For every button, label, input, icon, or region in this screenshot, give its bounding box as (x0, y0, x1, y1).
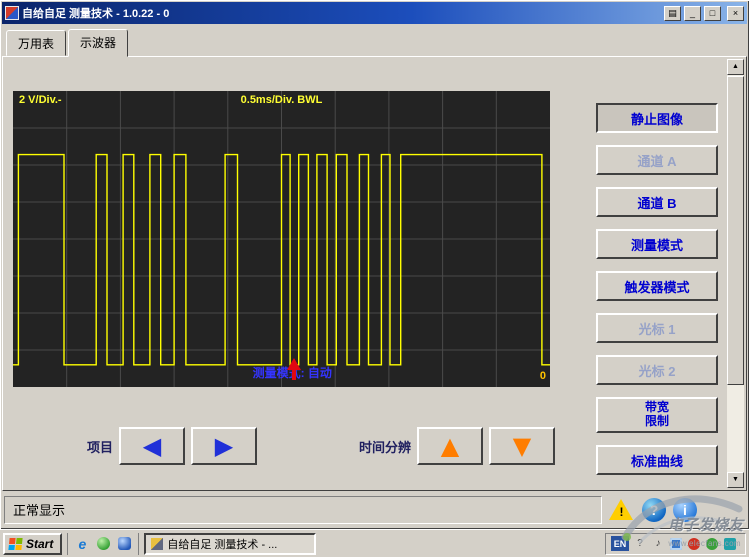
language-indicator[interactable]: EN (611, 536, 629, 551)
quick-launch: e (67, 533, 139, 555)
up-arrow-icon: ▲ (441, 434, 459, 458)
down-arrow-icon: ▼ (513, 434, 531, 458)
warning-glyph: ! (608, 505, 635, 519)
right-arrow-icon: ▶ (215, 434, 233, 458)
tray-status-icon[interactable] (705, 537, 719, 551)
oscilloscope-page: 2 V/Div.- 0.5ms/Div. BWL 测量模式: 自动 0 静止图像… (2, 56, 747, 491)
tab-oscilloscope[interactable]: 示波器 (68, 29, 128, 57)
system-tray: EN ? ♪ (605, 533, 746, 555)
volts-per-div-label: 2 V/Div.- (19, 94, 62, 106)
mail-icon[interactable] (115, 535, 133, 553)
start-button[interactable]: Start (3, 533, 62, 555)
scroll-up-icon[interactable]: ▲ (727, 59, 744, 75)
scrollbar-thumb[interactable] (727, 76, 744, 385)
item-previous-button[interactable]: ◀ (119, 427, 185, 465)
time-resolution-up-button[interactable]: ▲ (417, 427, 483, 465)
status-icons: ! ? i (608, 498, 697, 522)
bottom-controls: 项目 ◀ ▶ 时间分辨 ▲ ▼ (3, 425, 583, 467)
info-button[interactable]: i (673, 498, 697, 522)
app-icon (5, 6, 19, 20)
item-label: 项目 (87, 437, 113, 456)
windows-logo-icon (8, 538, 22, 550)
tab-multimeter[interactable]: 万用表 (6, 30, 66, 56)
internet-explorer-icon[interactable]: e (73, 535, 91, 553)
tray-network-icon[interactable] (723, 537, 737, 551)
ie-glyph: e (78, 536, 86, 552)
zero-level-label: 0 (540, 370, 546, 382)
trigger-marker-icon (287, 358, 301, 382)
help-button[interactable]: ? (642, 498, 666, 522)
scope-waveform-svg (13, 91, 550, 387)
task-app-label: 自给自足 测量技术 - ... (167, 536, 277, 552)
measure-mode-button[interactable]: 测量模式 (596, 229, 718, 259)
vertical-scrollbar[interactable]: ▲ ▼ (727, 59, 744, 488)
tray-help-icon[interactable]: ? (633, 537, 647, 551)
channel-b-button[interactable]: 通道 B (596, 187, 718, 217)
cursor-1-button[interactable]: 光标 1 (596, 313, 718, 343)
status-message: 正常显示 (13, 500, 65, 519)
maximize-button[interactable]: □ (704, 6, 721, 21)
media-player-icon[interactable] (94, 535, 112, 553)
cursor-2-button[interactable]: 光标 2 (596, 355, 718, 385)
taskbar: Start e 自给自足 测量技术 - ... EN ? ♪ (0, 529, 749, 557)
window-title: 自给自足 测量技术 - 1.0.22 - 0 (22, 5, 661, 21)
tray-display-icon[interactable] (669, 537, 683, 551)
tray-volume-icon[interactable]: ♪ (651, 537, 665, 551)
minimize-button[interactable]: _ (684, 6, 701, 21)
task-app-icon (151, 538, 163, 550)
taskbar-app-button[interactable]: 自给自足 测量技术 - ... (144, 533, 316, 555)
standard-curve-button[interactable]: 标准曲线 (596, 445, 718, 475)
onscreen-keyboard-button[interactable]: ▤ (664, 6, 681, 21)
scroll-down-icon[interactable]: ▼ (727, 472, 744, 488)
time-resolution-down-button[interactable]: ▼ (489, 427, 555, 465)
status-bar: 正常显示 ! ? i (2, 491, 747, 527)
time-resolution-label: 时间分辨 (359, 437, 411, 456)
left-arrow-icon: ◀ (143, 434, 161, 458)
tab-bar: 万用表 示波器 (2, 24, 747, 56)
freeze-image-button[interactable]: 静止图像 (596, 103, 718, 133)
item-next-button[interactable]: ▶ (191, 427, 257, 465)
tray-antivirus-icon[interactable] (687, 537, 701, 551)
softkey-panel: 静止图像 通道 A 通道 B 测量模式 触发器模式 光标 1 光标 2 带宽 限… (596, 103, 718, 475)
desktop: 自给自足 测量技术 - 1.0.22 - 0 ▤ _ □ × 万用表 示波器 2… (0, 0, 749, 557)
bandwidth-limit-button[interactable]: 带宽 限制 (596, 397, 718, 433)
start-label: Start (26, 537, 53, 551)
close-button[interactable]: × (727, 6, 744, 21)
status-panel: 正常显示 (4, 496, 602, 524)
channel-a-button[interactable]: 通道 A (596, 145, 718, 175)
title-bar: 自给自足 测量技术 - 1.0.22 - 0 ▤ _ □ × (2, 2, 747, 24)
time-per-div-label: 0.5ms/Div. BWL (241, 94, 323, 106)
oscilloscope-display: 2 V/Div.- 0.5ms/Div. BWL 测量模式: 自动 0 (13, 91, 550, 387)
trigger-mode-button[interactable]: 触发器模式 (596, 271, 718, 301)
warning-button[interactable]: ! (608, 498, 635, 522)
app-window: 自给自足 测量技术 - 1.0.22 - 0 ▤ _ □ × 万用表 示波器 2… (0, 0, 749, 529)
